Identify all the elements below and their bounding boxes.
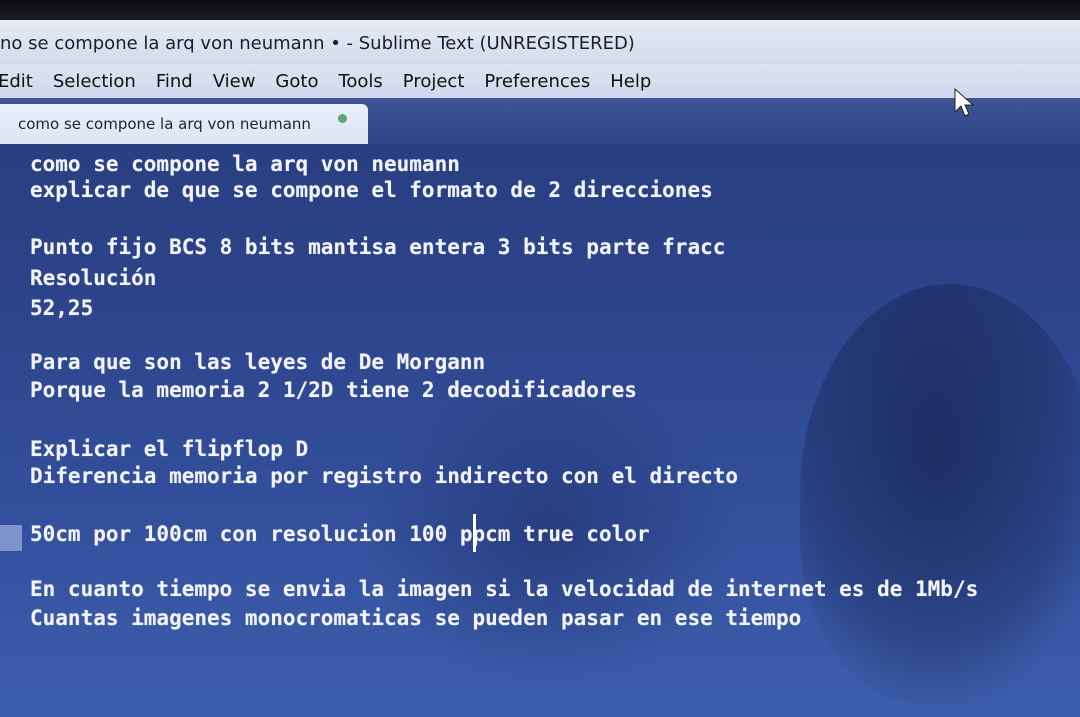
menu-goto[interactable]: Goto: [275, 71, 318, 92]
editor-line-2[interactable]: explicar de que se compone el formato de…: [30, 178, 713, 202]
tab-label: como se compone la arq von neumann: [18, 115, 311, 133]
menu-tools[interactable]: Tools: [338, 71, 382, 92]
editor-line-17[interactable]: Cuantas imagenes monocromaticas se puede…: [30, 606, 801, 630]
current-line-gutter-marker: [0, 525, 22, 551]
menu-view[interactable]: View: [213, 71, 256, 92]
editor-line-16[interactable]: En cuanto tiempo se envia la imagen si l…: [30, 577, 978, 601]
window-titlebar: no se compone la arq von neumann • - Sub…: [0, 20, 1080, 64]
unsaved-dot-icon[interactable]: [338, 114, 347, 123]
tab-bar: como se compone la arq von neumann: [0, 98, 1080, 144]
mouse-pointer-icon: [954, 88, 975, 117]
monitor-bezel: [0, 0, 1080, 20]
menu-selection[interactable]: Selection: [53, 71, 136, 92]
menu-help[interactable]: Help: [610, 71, 651, 92]
tab-active-file[interactable]: como se compone la arq von neumann: [0, 104, 368, 144]
editor-line-9[interactable]: Porque la memoria 2 1/2D tiene 2 decodif…: [30, 378, 637, 402]
editor-line-8[interactable]: Para que son las leyes de De Morgann: [30, 350, 485, 374]
editor-area[interactable]: como se compone la arq von neumann expli…: [0, 144, 1080, 717]
editor-line-4[interactable]: Punto fijo BCS 8 bits mantisa entera 3 b…: [30, 235, 725, 259]
menu-find[interactable]: Find: [156, 71, 193, 92]
screen-reflection: [800, 284, 1080, 704]
editor-line-1[interactable]: como se compone la arq von neumann: [30, 152, 460, 176]
screen: no se compone la arq von neumann • - Sub…: [0, 0, 1080, 717]
menu-preferences[interactable]: Preferences: [484, 71, 590, 92]
menu-bar: Edit Selection Find View Goto Tools Proj…: [0, 64, 1080, 98]
editor-line-5[interactable]: Resolución: [30, 266, 156, 290]
editor-line-12[interactable]: Diferencia memoria por registro indirect…: [30, 464, 738, 488]
menu-edit[interactable]: Edit: [0, 71, 33, 92]
menu-project[interactable]: Project: [403, 71, 465, 92]
editor-line-14[interactable]: 50cm por 100cm con resolucion 100 ppcm t…: [30, 522, 650, 546]
editor-line-6[interactable]: 52,25: [30, 296, 93, 320]
editor-line-11[interactable]: Explicar el flipflop D: [30, 437, 308, 461]
window-title: no se compone la arq von neumann • - Sub…: [0, 33, 635, 54]
text-cursor: [473, 514, 476, 552]
